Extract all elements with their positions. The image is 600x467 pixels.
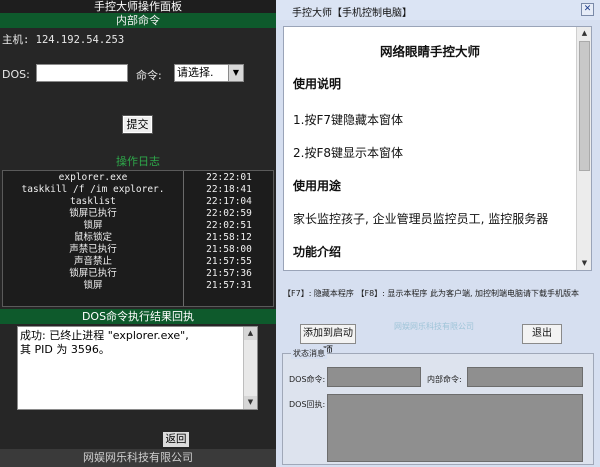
- dos-command-label: DOS命令:: [289, 375, 326, 384]
- add-to-startup-button[interactable]: 添加到启动项: [300, 324, 356, 357]
- dos-reply-field[interactable]: [327, 394, 583, 462]
- document-scrollbar[interactable]: ▲ ▼: [576, 27, 591, 270]
- purpose-line: 家长监控孩子, 企业管理员监控员工, 监控服务器: [293, 212, 549, 226]
- log-row: explorer.exe 22:22:01: [3, 172, 273, 184]
- host-address: 主机: 124.192.54.253: [2, 34, 125, 46]
- close-icon[interactable]: ✕: [581, 3, 594, 16]
- log-command: 锁屏已执行: [69, 268, 117, 279]
- log-command: explorer.exe: [58, 172, 128, 183]
- panel-title: 手控大师操作面板: [0, 0, 276, 13]
- log-time: 21:57:36: [206, 268, 252, 279]
- document-heading: 网络眼睛手控大师: [379, 44, 480, 59]
- command-label: 命令:: [136, 69, 162, 82]
- window-title: 手控大师【手机控制电脑】: [292, 8, 412, 19]
- log-time: 22:02:59: [206, 208, 252, 219]
- log-time: 22:17:04: [206, 196, 252, 207]
- instructions-document[interactable]: 网络眼睛手控大师 使用说明 1.按F7键隐藏本窗体 2.按F8键显示本窗体 使用…: [283, 26, 592, 271]
- log-time: 21:58:12: [206, 232, 252, 243]
- client-window: 手控大师【手机控制电脑】 ✕ 网络眼睛手控大师 使用说明 1.按F7键隐藏本窗体…: [276, 0, 600, 467]
- back-button[interactable]: 返回: [163, 432, 189, 447]
- log-command: tasklist: [70, 196, 116, 207]
- log-command: 锁屏已执行: [69, 208, 117, 219]
- chevron-down-icon[interactable]: ▼: [228, 65, 243, 81]
- purpose-heading: 使用用途: [293, 179, 342, 193]
- log-time: 21:57:31: [206, 280, 252, 291]
- log-time: 22:18:41: [206, 184, 252, 195]
- scroll-up-icon[interactable]: ▲: [244, 327, 257, 340]
- command-select[interactable]: 请选择. ▼: [174, 64, 244, 82]
- result-textarea[interactable]: 成功: 已终止进程 "explorer.exe", 其 PID 为 3596。 …: [17, 326, 258, 410]
- control-panel: 手控大师操作面板 内部命令 主机: 124.192.54.253 DOS: 命令…: [0, 0, 276, 467]
- dos-reply-label: DOS回执:: [289, 400, 326, 409]
- dos-command-field[interactable]: [327, 367, 421, 387]
- log-time: 22:22:01: [206, 172, 252, 183]
- log-row: 声音禁止 21:57:55: [3, 256, 273, 268]
- scroll-down-icon[interactable]: ▼: [244, 396, 257, 409]
- hotkey-hint: 【F7】: 隐藏本程序 【F8】: 显示本程序 此为客户端, 加控制端电脑请下载…: [283, 289, 580, 298]
- window-titlebar: 手控大师【手机控制电脑】 ✕: [276, 0, 600, 20]
- instruction-line: 1.按F7键隐藏本窗体: [293, 113, 403, 127]
- status-legend: 状态消息: [291, 348, 327, 359]
- usage-heading: 使用说明: [293, 77, 342, 91]
- log-command: 声禁已执行: [69, 244, 117, 255]
- log-time: 21:58:00: [206, 244, 252, 255]
- dos-label: DOS:: [2, 68, 30, 81]
- exit-button[interactable]: 退出: [522, 324, 562, 344]
- operation-log-table: explorer.exe 22:22:01 taskkill /f /im ex…: [2, 170, 274, 307]
- log-time: 21:57:55: [206, 256, 252, 267]
- log-row: 声禁已执行 21:58:00: [3, 244, 273, 256]
- instruction-line: 2.按F8键显示本窗体: [293, 146, 403, 160]
- faint-company-text: 网娱网乐科技有限公司: [394, 322, 474, 331]
- internal-command-label: 内部命令:: [427, 375, 462, 384]
- operation-log-title: 操作日志: [116, 155, 160, 168]
- dos-input[interactable]: [36, 64, 128, 82]
- log-command: 锁屏: [83, 220, 103, 231]
- result-header: DOS命令执行结果回执: [0, 309, 276, 324]
- scroll-thumb[interactable]: [579, 41, 590, 171]
- log-command: 声音禁止: [73, 256, 112, 267]
- company-footer: 网娱网乐科技有限公司: [0, 449, 276, 467]
- result-scrollbar[interactable]: ▲ ▼: [243, 327, 257, 409]
- status-messages-group: 状态消息 DOS命令: 内部命令: DOS回执:: [282, 348, 594, 465]
- command-select-value: 请选择.: [177, 66, 214, 79]
- log-command: taskkill /f /im explorer.: [21, 184, 165, 195]
- scroll-up-icon[interactable]: ▲: [578, 27, 591, 40]
- submit-button[interactable]: 提交: [122, 115, 153, 134]
- log-time: 22:02:51: [206, 220, 252, 231]
- result-text: 成功: 已终止进程 "explorer.exe", 其 PID 为 3596。: [20, 329, 189, 356]
- scroll-down-icon[interactable]: ▼: [578, 257, 591, 270]
- internal-command-header: 内部命令: [0, 13, 276, 28]
- log-command: 鼠标锁定: [73, 232, 112, 243]
- log-row: 锁屏已执行 22:02:59: [3, 208, 273, 220]
- log-command: 锁屏: [83, 280, 103, 291]
- log-row: 锁屏已执行 21:57:36: [3, 268, 273, 280]
- log-row: taskkill /f /im explorer. 22:18:41: [3, 184, 273, 196]
- log-row: 锁屏 22:02:51: [3, 220, 273, 232]
- features-heading: 功能介绍: [293, 245, 342, 259]
- internal-command-field[interactable]: [467, 367, 583, 387]
- log-row: 锁屏 21:57:31: [3, 280, 273, 292]
- log-row: 鼠标锁定 21:58:12: [3, 232, 273, 244]
- log-row: tasklist 22:17:04: [3, 196, 273, 208]
